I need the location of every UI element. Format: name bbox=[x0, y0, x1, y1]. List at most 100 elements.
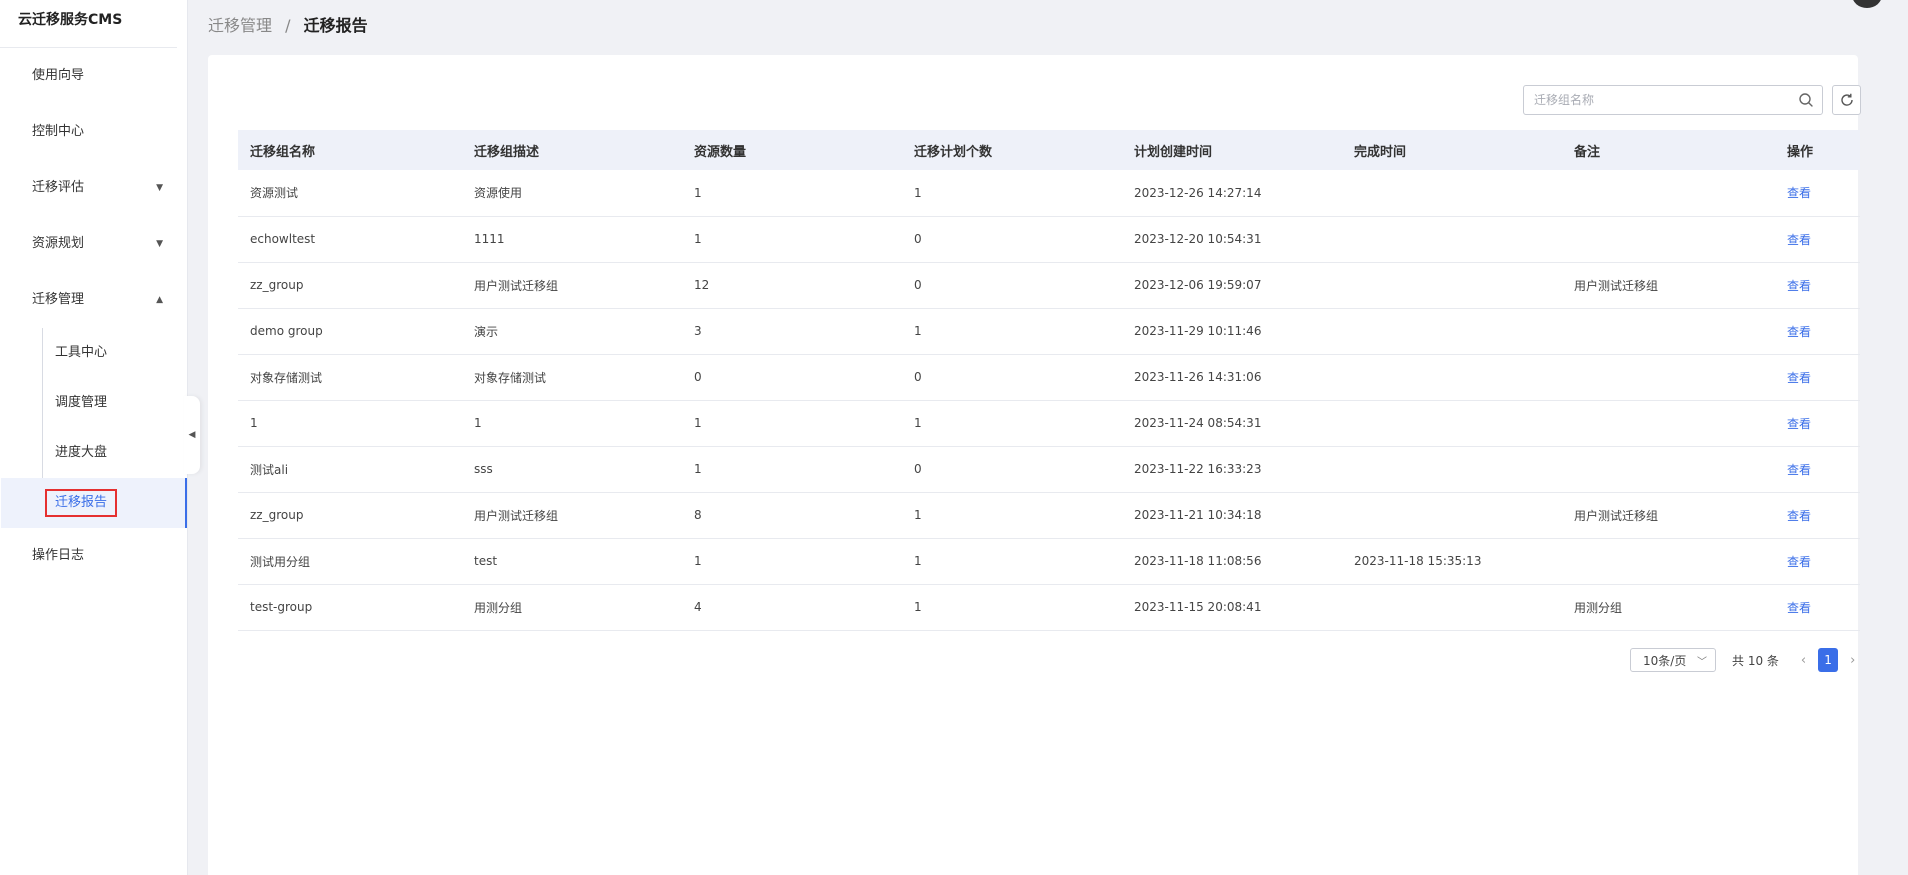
search-box bbox=[1523, 85, 1823, 115]
sidebar-subitem-tool-center[interactable]: 工具中心 bbox=[43, 328, 187, 378]
table-row: zz_group 用户测试迁移组 8 1 2023-11-21 10:34:18 用户测试… bbox=[238, 492, 1860, 538]
sidebar-menu: 使用向导 控制中心 迁移评估 ▼ 资源规划 ▼ 迁移管理 ▲ bbox=[0, 48, 187, 328]
search-input[interactable] bbox=[1524, 86, 1784, 114]
sidebar-item-operation-log[interactable]: 操作日志 bbox=[0, 528, 187, 584]
table-cell-col-plan-count: 0 bbox=[914, 462, 922, 476]
table-cell-col-finished-time bbox=[1342, 170, 1562, 216]
view-link[interactable]: 查看 bbox=[1775, 216, 1860, 262]
pagination: 10条/页 ﹀ 共 10 条 ‹ 1 › bbox=[1630, 648, 1855, 672]
sidebar-item-control-center[interactable]: 控制中心 bbox=[0, 104, 187, 160]
table-cell-col-remark bbox=[1562, 216, 1775, 262]
breadcrumb-parent[interactable]: 迁移管理 bbox=[208, 16, 272, 35]
table-row: zz_group 用户测试迁移组 12 0 2023-12-06 19:59:07 用户测… bbox=[238, 262, 1860, 308]
table-row: 资源测试 资源使用 1 1 2023-12-26 14:27:14 查看 bbox=[238, 170, 1860, 216]
table-cell-col-plan-count: 1 bbox=[914, 185, 922, 200]
view-link[interactable]: 查看 bbox=[1775, 400, 1860, 446]
migration-report-table: 迁移组名称 迁移组描述 资源数量 迁移计划个数 计划创建时间 完成时间 备注 操作 资源测试资… bbox=[238, 130, 1860, 631]
sidebar-item-label: 控制中心 bbox=[32, 124, 85, 139]
view-link[interactable]: 查看 bbox=[1775, 170, 1860, 216]
table-header-col-group-name: 迁移组名称 bbox=[250, 144, 316, 160]
view-link[interactable]: 查看 bbox=[1775, 354, 1860, 400]
sidebar-item-migration-mgmt[interactable]: 迁移管理 ▲ bbox=[0, 272, 187, 328]
view-link[interactable]: 查看 bbox=[1775, 538, 1860, 584]
refresh-button[interactable] bbox=[1832, 85, 1861, 115]
prev-page-button[interactable]: ‹ bbox=[1801, 653, 1806, 668]
sidebar-submenu: 工具中心 调度管理 进度大盘 迁移报告 bbox=[1, 328, 187, 528]
view-link[interactable]: 查看 bbox=[1775, 446, 1860, 492]
table-cell-col-created-time: 2023-11-24 08:54:31 bbox=[1134, 416, 1262, 430]
search-icon[interactable] bbox=[1798, 92, 1814, 108]
view-link[interactable]: 查看 bbox=[1775, 308, 1860, 354]
next-page-button[interactable]: › bbox=[1850, 653, 1855, 668]
caret-left-icon: ◀ bbox=[188, 430, 196, 440]
table-cell-col-finished-time bbox=[1342, 400, 1562, 446]
table-cell-col-plan-count: 0 bbox=[914, 278, 922, 292]
table-cell-col-group-name: test-group bbox=[250, 600, 313, 614]
table-cell-col-group-name: 1 bbox=[250, 416, 258, 430]
table-row: 1 1 1 1 2023-11-24 08:54:31 查看 bbox=[238, 400, 1860, 446]
table-cell-col-remark bbox=[1562, 400, 1775, 446]
table-cell-col-finished-time bbox=[1342, 354, 1562, 400]
table-cell-col-created-time: 2023-12-20 10:54:31 bbox=[1134, 232, 1262, 246]
table-cell-col-group-name: demo group bbox=[250, 324, 323, 338]
table-cell-col-finished-time bbox=[1342, 446, 1562, 492]
table-cell-col-remark bbox=[1562, 538, 1775, 584]
table-header-row: 迁移组名称 迁移组描述 资源数量 迁移计划个数 计划创建时间 完成时间 备注 操作 bbox=[238, 130, 1860, 170]
table-cell-col-plan-count: 1 bbox=[914, 324, 922, 338]
view-link[interactable]: 查看 bbox=[1775, 492, 1860, 538]
table-cell-col-group-desc: sss bbox=[474, 462, 493, 476]
sidebar-item-label: 迁移管理 bbox=[32, 292, 85, 307]
table-row: test-group 用测分组 4 1 2023-11-15 20:08:41 用测分组 查… bbox=[238, 584, 1860, 630]
table-cell-col-resource-count: 8 bbox=[694, 508, 702, 522]
sidebar-subitem-dashboard[interactable]: 进度大盘 bbox=[43, 428, 187, 478]
caret-up-icon: ▲ bbox=[156, 295, 163, 305]
table-cell-col-resource-count: 0 bbox=[694, 370, 702, 384]
view-link[interactable]: 查看 bbox=[1775, 584, 1860, 630]
table-cell-col-group-desc: test bbox=[474, 554, 498, 568]
table-cell-col-plan-count: 1 bbox=[914, 508, 922, 522]
table-cell-col-group-name: 对象存储测试 bbox=[250, 370, 323, 385]
table-cell-col-resource-count: 4 bbox=[694, 600, 702, 614]
table-cell-col-group-desc: 1111 bbox=[474, 232, 505, 246]
sidebar-subitem-label: 调度管理 bbox=[55, 395, 108, 410]
sidebar-menu-footer: 操作日志 bbox=[0, 528, 187, 584]
table-header-col-remark: 备注 bbox=[1574, 144, 1601, 160]
table-cell-col-created-time: 2023-11-29 10:11:46 bbox=[1134, 324, 1262, 338]
sidebar-subitem-label-active: 迁移报告 bbox=[45, 489, 118, 517]
sidebar-item-planning[interactable]: 资源规划 ▼ bbox=[0, 216, 187, 272]
sidebar-item-guide[interactable]: 使用向导 bbox=[0, 48, 187, 104]
table-header-col-action: 操作 bbox=[1787, 144, 1814, 160]
view-link[interactable]: 查看 bbox=[1775, 262, 1860, 308]
sidebar-item-assessment[interactable]: 迁移评估 ▼ bbox=[0, 160, 187, 216]
table-cell-col-created-time: 2023-11-26 14:31:06 bbox=[1134, 370, 1262, 384]
sidebar-item-label: 资源规划 bbox=[32, 236, 85, 251]
avatar[interactable] bbox=[1852, 0, 1882, 8]
breadcrumb-current: 迁移报告 bbox=[303, 16, 368, 35]
table-cell-col-resource-count: 12 bbox=[694, 278, 710, 292]
table-cell-col-resource-count: 3 bbox=[694, 324, 702, 338]
table-cell-col-finished-time: 2023-11-18 15:35:13 bbox=[1354, 554, 1482, 568]
page-size-value: 10条/页 bbox=[1643, 653, 1687, 668]
table-cell-col-resource-count: 1 bbox=[694, 185, 702, 200]
table-cell-col-created-time: 2023-11-18 11:08:56 bbox=[1134, 554, 1262, 568]
sidebar-subitem-report[interactable]: 迁移报告 bbox=[1, 478, 187, 528]
table-cell-col-created-time: 2023-12-06 19:59:07 bbox=[1134, 278, 1262, 292]
table-cell-col-resource-count: 1 bbox=[694, 232, 702, 246]
table-cell-col-remark: 用户测试迁移组 bbox=[1574, 508, 1659, 523]
sidebar-subitem-scheduling[interactable]: 调度管理 bbox=[43, 378, 187, 428]
table-cell-col-group-desc: 用户测试迁移组 bbox=[474, 278, 559, 293]
page-size-select[interactable]: 10条/页 ﹀ bbox=[1630, 648, 1716, 672]
brand-title: 云迁移服务CMS bbox=[0, 0, 177, 48]
sidebar-collapse-toggle[interactable]: ◀ bbox=[184, 396, 200, 474]
table-header-col-group-desc: 迁移组描述 bbox=[474, 144, 540, 160]
table-cell-col-finished-time bbox=[1342, 492, 1562, 538]
table-cell-col-group-desc: 1 bbox=[474, 416, 482, 430]
table-header-col-finished-time: 完成时间 bbox=[1354, 144, 1407, 160]
page-number-current[interactable]: 1 bbox=[1818, 648, 1839, 672]
table-cell-col-plan-count: 1 bbox=[914, 554, 922, 568]
table-cell-col-plan-count: 1 bbox=[914, 416, 922, 430]
table-row: 测试ali sss 1 0 2023-11-22 16:33:23 查看 bbox=[238, 446, 1860, 492]
breadcrumb-separator: / bbox=[285, 16, 291, 35]
table-cell-col-created-time: 2023-11-22 16:33:23 bbox=[1134, 462, 1262, 476]
sidebar-item-label: 迁移评估 bbox=[32, 180, 85, 195]
